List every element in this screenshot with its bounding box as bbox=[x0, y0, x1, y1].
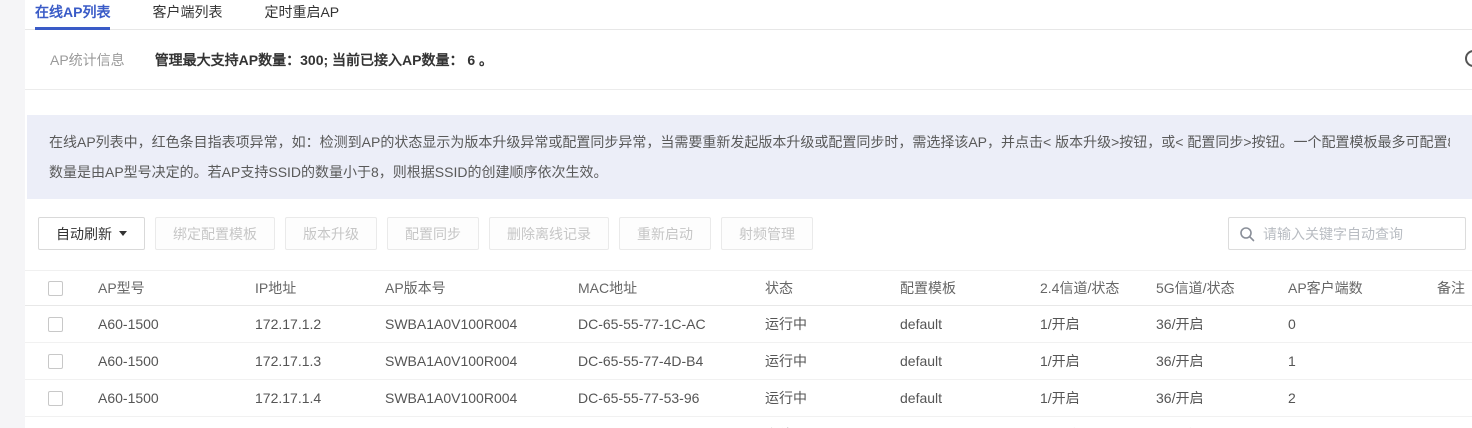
tab-online-ap-list[interactable]: 在线AP列表 bbox=[35, 0, 111, 30]
cell-status: 离线 bbox=[757, 416, 892, 428]
table-row: A60-1500 172.17.1.2 SWBA1A0V100R004 DC-6… bbox=[25, 305, 1472, 343]
online-ap-table: AP型号 IP地址 AP版本号 MAC地址 状态 配置模板 2.4信道/状态 5… bbox=[25, 270, 1472, 428]
cell-clients: 0 bbox=[1280, 416, 1429, 428]
cell-ch24: --/开启 bbox=[1032, 416, 1148, 428]
col-header-ch24: 2.4信道/状态 bbox=[1032, 270, 1148, 306]
cell-ip: 172.17.1.3 bbox=[247, 342, 377, 380]
row-checkbox[interactable] bbox=[48, 354, 63, 370]
cell-remark bbox=[1429, 379, 1472, 417]
restart-button[interactable]: 重新启动 bbox=[619, 217, 711, 250]
table-row: A60-1500 SWBA1A0V100R004 DC-65-55-77-52-… bbox=[25, 416, 1472, 428]
tab-scheduled-reboot[interactable]: 定时重启AP bbox=[264, 0, 339, 30]
select-all-checkbox[interactable] bbox=[48, 281, 63, 297]
cell-ch24: 1/开启 bbox=[1032, 305, 1148, 343]
cell-version: SWBA1A0V100R004 bbox=[377, 342, 570, 380]
cell-template: default bbox=[892, 379, 1032, 417]
search-input[interactable] bbox=[1263, 225, 1455, 242]
notice-line-1: 在线AP列表中，红色条目指表项异常，如：检测到AP的状态显示为版本升级异常或配置… bbox=[49, 134, 1450, 150]
cell-status: 运行中 bbox=[757, 305, 892, 343]
cell-template: default bbox=[892, 342, 1032, 380]
auto-refresh-button[interactable]: 自动刷新 bbox=[38, 217, 145, 250]
cell-template: default bbox=[892, 305, 1032, 343]
version-upgrade-button[interactable]: 版本升级 bbox=[285, 217, 377, 250]
tab-client-list[interactable]: 客户端列表 bbox=[152, 0, 222, 30]
cell-mac: DC-65-55-77-52-34 bbox=[570, 416, 757, 428]
ap-stats-row: AP统计信息 管理最大支持AP数量：300; 当前已接入AP数量： 6 。 bbox=[25, 30, 1472, 90]
col-header-remark: 备注 bbox=[1429, 270, 1472, 306]
cell-version: SWBA1A0V100R004 bbox=[377, 305, 570, 343]
cell-template: default bbox=[892, 416, 1032, 428]
cell-remark bbox=[1429, 416, 1472, 428]
cell-ch5: 36/开启 bbox=[1148, 342, 1280, 380]
col-header-model: AP型号 bbox=[90, 270, 247, 306]
cell-ch24: 1/开启 bbox=[1032, 342, 1148, 380]
delete-offline-records-button[interactable]: 删除离线记录 bbox=[489, 217, 609, 250]
ap-stats-label: AP统计信息 bbox=[50, 51, 125, 68]
col-header-version: AP版本号 bbox=[377, 270, 570, 306]
ap-stats-summary: 管理最大支持AP数量：300; 当前已接入AP数量： 6 。 bbox=[154, 51, 494, 68]
help-icon[interactable] bbox=[1465, 50, 1472, 67]
cell-mac: DC-65-55-77-53-96 bbox=[570, 379, 757, 417]
notice-line-2: 数量是由AP型号决定的。若AP支持SSID的数量小于8，则根据SSID的创建顺序… bbox=[49, 164, 608, 180]
cell-ip: 172.17.1.4 bbox=[247, 379, 377, 417]
table-row: A60-1500 172.17.1.4 SWBA1A0V100R004 DC-6… bbox=[25, 379, 1472, 417]
cell-mac: DC-65-55-77-4D-B4 bbox=[570, 342, 757, 380]
bind-config-template-button[interactable]: 绑定配置模板 bbox=[155, 217, 275, 250]
cell-model: A60-1500 bbox=[90, 305, 247, 343]
col-header-ip: IP地址 bbox=[247, 270, 377, 306]
row-checkbox[interactable] bbox=[48, 391, 63, 407]
cell-model: A60-1500 bbox=[90, 342, 247, 380]
cell-model: A60-1500 bbox=[90, 379, 247, 417]
col-header-status: 状态 bbox=[757, 270, 892, 306]
cell-ch24: 1/开启 bbox=[1032, 379, 1148, 417]
rf-management-button[interactable]: 射频管理 bbox=[721, 217, 813, 250]
col-header-clients: AP客户端数 bbox=[1280, 270, 1429, 306]
cell-status: 运行中 bbox=[757, 342, 892, 380]
cell-clients: 0 bbox=[1280, 305, 1429, 343]
cell-version: SWBA1A0V100R004 bbox=[377, 379, 570, 417]
search-box bbox=[1228, 217, 1466, 250]
cell-clients: 1 bbox=[1280, 342, 1429, 380]
cell-ch5: 36/开启 bbox=[1148, 379, 1280, 417]
row-checkbox[interactable] bbox=[48, 317, 63, 333]
cell-ch5: 36/开启 bbox=[1148, 305, 1280, 343]
cell-ch5: --/开启 bbox=[1148, 416, 1280, 428]
notice-banner: 在线AP列表中，红色条目指表项异常，如：检测到AP的状态显示为版本升级异常或配置… bbox=[27, 115, 1472, 199]
page-left-gutter bbox=[0, 0, 25, 428]
config-sync-button[interactable]: 配置同步 bbox=[387, 217, 479, 250]
col-header-template: 配置模板 bbox=[892, 270, 1032, 306]
tab-bar: 在线AP列表 客户端列表 定时重启AP bbox=[0, 0, 1472, 30]
caret-down-icon bbox=[119, 231, 127, 236]
cell-ip bbox=[247, 416, 377, 428]
table-row: A60-1500 172.17.1.3 SWBA1A0V100R004 DC-6… bbox=[25, 342, 1472, 380]
cell-model: A60-1500 bbox=[90, 416, 247, 428]
auto-refresh-label: 自动刷新 bbox=[56, 225, 112, 242]
cell-ip: 172.17.1.2 bbox=[247, 305, 377, 343]
toolbar: 自动刷新 绑定配置模板 版本升级 配置同步 删除离线记录 重新启动 射频管理 bbox=[25, 217, 1472, 250]
cell-clients: 2 bbox=[1280, 379, 1429, 417]
col-header-mac: MAC地址 bbox=[570, 270, 757, 306]
col-header-ch5: 5G信道/状态 bbox=[1148, 270, 1280, 306]
table-header-row: AP型号 IP地址 AP版本号 MAC地址 状态 配置模板 2.4信道/状态 5… bbox=[25, 270, 1472, 306]
cell-version: SWBA1A0V100R004 bbox=[377, 416, 570, 428]
cell-status: 运行中 bbox=[757, 379, 892, 417]
cell-remark bbox=[1429, 305, 1472, 343]
search-icon bbox=[1240, 226, 1255, 241]
cell-mac: DC-65-55-77-1C-AC bbox=[570, 305, 757, 343]
cell-remark bbox=[1429, 342, 1472, 380]
